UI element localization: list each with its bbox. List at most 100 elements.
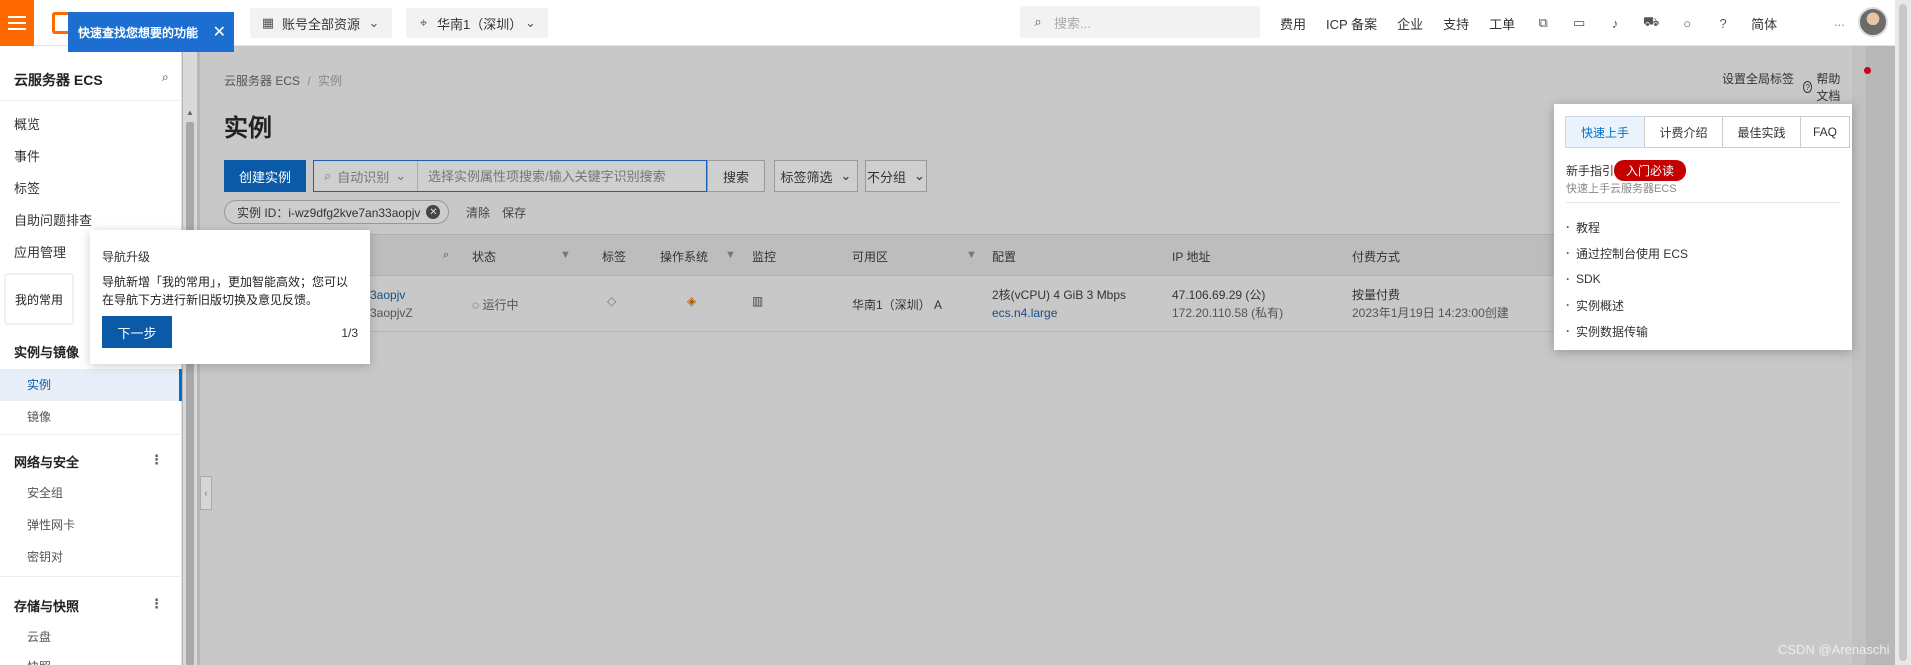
sidebar-item-keypair[interactable]: 密钥对	[27, 548, 63, 565]
notification-dot	[1864, 67, 1871, 74]
scroll-up-icon[interactable]: ▲	[186, 108, 194, 117]
page-scrollbar[interactable]	[1895, 0, 1911, 665]
instance-search-input[interactable]	[418, 161, 706, 191]
monitor-chart-icon[interactable]: ▥	[752, 294, 763, 308]
link-icp[interactable]: ICP 备案	[1326, 14, 1377, 33]
sidebar-item-favorites[interactable]: 我的常用	[15, 291, 63, 308]
more-menu[interactable]: ...	[1834, 14, 1845, 29]
header-ip: IP 地址	[1172, 250, 1211, 264]
tab-quick-start[interactable]: 快速上手	[1565, 116, 1645, 148]
sidebar-group-instances[interactable]: 实例与镜像	[14, 342, 79, 361]
top-navigation-bar: ▦ 账号全部资源 ⌄ ⌖ 华南1（深圳） ⌄ ⌕ 搜索... 费用 ICP 备案…	[0, 0, 1911, 46]
lightbulb-icon[interactable]: ○	[1679, 15, 1695, 31]
sidebar-item-disk[interactable]: 云盘	[27, 628, 51, 645]
help-link-tutorial[interactable]: 教程	[1566, 214, 1688, 240]
header-tags: 标签	[602, 250, 627, 264]
sidebar-item-apps[interactable]: 应用管理	[14, 242, 66, 261]
close-icon[interactable]: ✕	[213, 22, 226, 42]
language-switch[interactable]: 简体	[1751, 14, 1777, 33]
search-icon[interactable]: ⌕	[443, 249, 449, 262]
quick-find-text: 快速查找您想要的功能	[78, 25, 199, 40]
help-link-sdk[interactable]: SDK	[1566, 266, 1688, 292]
help-intro-label[interactable]: 新手指引	[1566, 162, 1614, 179]
favorites-highlight[interactable]: 我的常用	[6, 275, 72, 323]
create-instance-button[interactable]: 创建实例	[224, 160, 306, 192]
sidebar-item-security-group[interactable]: 安全组	[27, 484, 63, 501]
private-ip: 172.20.110.58 (私有)	[1172, 306, 1284, 320]
header-os: 操作系统	[660, 250, 709, 264]
search-icon: ⌕	[1034, 14, 1042, 29]
help-link-console[interactable]: 通过控制台使用 ECS	[1566, 240, 1688, 266]
pay-type: 按量付费	[1352, 288, 1401, 302]
header-zone: 可用区	[852, 250, 889, 264]
instance-type-link[interactable]: ecs.n4.large	[992, 304, 1126, 322]
link-billing[interactable]: 费用	[1280, 14, 1306, 33]
bell-icon[interactable]: ♪	[1607, 15, 1623, 31]
scrollbar-thumb[interactable]	[186, 122, 194, 665]
status-cell: ◌ 运行中	[472, 296, 519, 313]
chevron-down-icon: ⌄	[368, 15, 380, 30]
tag-icon[interactable]: ◇	[607, 294, 616, 308]
sidebar-group-storage[interactable]: 存储与快照	[14, 596, 79, 615]
help-icon[interactable]: ?	[1715, 15, 1731, 31]
tab-faq[interactable]: FAQ	[1800, 116, 1850, 148]
resource-group-select[interactable]: ▦ 账号全部资源 ⌄	[250, 8, 392, 38]
sidebar-item-troubleshoot[interactable]: 自助问题排查	[14, 210, 92, 229]
sidebar-item-images[interactable]: 镜像	[27, 408, 51, 425]
sidebar-item-eni[interactable]: 弹性网卡	[27, 516, 75, 533]
status-badge: 入门必读	[1614, 160, 1687, 181]
instance-id-line2: 3aopjvZ	[370, 306, 413, 320]
sidebar-item-instances[interactable]: 实例	[27, 376, 51, 393]
location-icon: ⌖	[419, 15, 428, 30]
global-tag-link[interactable]: 设置全局标签	[1722, 70, 1794, 87]
more-vertical-icon[interactable]: ⋮	[150, 452, 163, 468]
main-scrollbar[interactable]	[1852, 46, 1866, 665]
help-icon: ?	[1803, 81, 1813, 93]
global-search-input[interactable]: ⌕ 搜索...	[1020, 6, 1260, 38]
sidebar-item-tags[interactable]: 标签	[14, 178, 40, 197]
cart-icon[interactable]: ⛟	[1643, 14, 1659, 31]
help-intro: 新手指引 入门必读	[1566, 160, 1687, 181]
clear-filter-link[interactable]: 清除	[466, 204, 490, 221]
instance-id-cell[interactable]: 3aopjv 3aopjvZ	[370, 286, 413, 322]
link-enterprise[interactable]: 企业	[1397, 14, 1423, 33]
next-step-button[interactable]: 下一步	[102, 316, 172, 348]
filter-chip: 实例 ID：i-wz9dfg2kve7an33aopjv ✕	[224, 200, 450, 224]
save-filter-link[interactable]: 保存	[502, 204, 526, 221]
menu-icon[interactable]	[0, 0, 34, 46]
sidebar-item-overview[interactable]: 概览	[14, 114, 40, 133]
tab-best-practice[interactable]: 最佳实践	[1722, 116, 1801, 148]
help-doc-label: 帮助文档	[1816, 72, 1841, 103]
sidebar-item-snapshot[interactable]: 快照	[27, 658, 51, 665]
divider	[0, 100, 182, 101]
close-icon[interactable]: ✕	[426, 205, 441, 219]
search-mode-select[interactable]: ⌕ 自动识别 ⌄	[314, 161, 418, 191]
group-select[interactable]: 不分组 ⌄	[865, 160, 927, 192]
more-vertical-icon[interactable]: ⋮	[150, 596, 163, 612]
help-link-overview[interactable]: 实例概述	[1566, 292, 1688, 318]
help-doc-link[interactable]: ? 帮助文档	[1803, 70, 1852, 104]
link-support[interactable]: 支持	[1443, 14, 1469, 33]
public-ip: 47.106.69.29 (公)	[1172, 288, 1266, 302]
collapse-sidebar-handle[interactable]: ‹	[200, 476, 212, 510]
help-link-data-transfer[interactable]: 实例数据传输	[1566, 318, 1688, 344]
filter-icon[interactable]: ▼	[966, 249, 977, 261]
link-ticket[interactable]: 工单	[1489, 14, 1515, 33]
terminal-icon[interactable]: ▭	[1571, 15, 1587, 31]
os-icon: ◈	[687, 294, 697, 308]
sidebar-group-network[interactable]: 网络与安全	[14, 452, 79, 471]
sidebar-item-events[interactable]: 事件	[14, 146, 40, 165]
tag-filter-dropdown[interactable]: 标签筛选 ⌄	[774, 160, 858, 192]
avatar[interactable]	[1858, 7, 1888, 37]
filter-icon[interactable]: ▼	[725, 249, 736, 261]
breadcrumb-ecs[interactable]: 云服务器 ECS	[224, 74, 300, 88]
tab-billing[interactable]: 计费介绍	[1644, 116, 1723, 148]
scrollbar-thumb[interactable]	[1899, 4, 1907, 661]
region-select[interactable]: ⌖ 华南1（深圳） ⌄	[406, 8, 548, 38]
search-icon[interactable]: ⌕	[162, 70, 169, 85]
cloud-shell-icon[interactable]: ⧉	[1535, 15, 1551, 31]
instance-id-line1[interactable]: 3aopjv	[370, 286, 413, 304]
filter-icon[interactable]: ▼	[560, 249, 571, 261]
search-button[interactable]: 搜索	[707, 160, 765, 192]
guide-arrow	[80, 292, 90, 308]
